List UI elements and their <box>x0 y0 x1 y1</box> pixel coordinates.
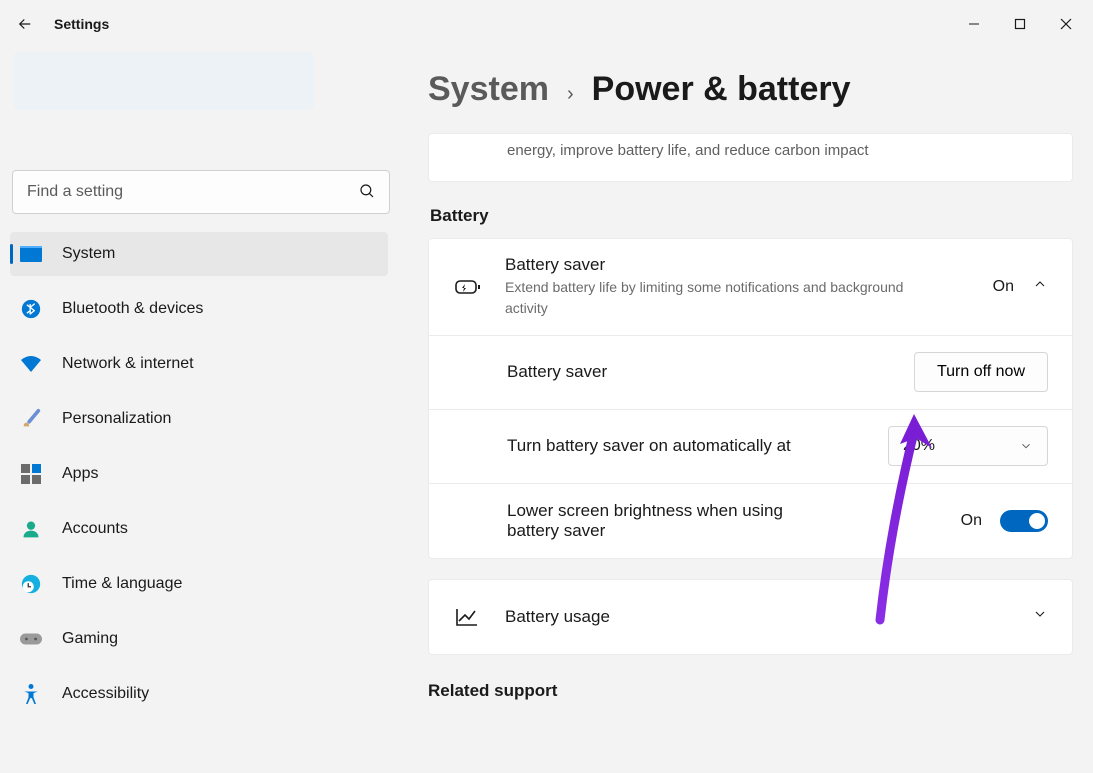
brightness-label: Lower screen brightness when using batte… <box>507 501 797 541</box>
accessibility-icon <box>20 683 42 705</box>
battery-saver-subtitle: Extend battery life by limiting some not… <box>505 277 905 319</box>
energy-recommendations-card[interactable]: energy, improve battery life, and reduce… <box>428 133 1073 182</box>
gamepad-icon <box>20 628 42 650</box>
arrow-left-icon <box>16 15 34 33</box>
sidebar-item-label: Accounts <box>62 520 128 538</box>
auto-on-label: Turn battery saver on automatically at <box>507 436 827 456</box>
battery-saver-state: On <box>993 278 1014 296</box>
sidebar-item-label: Time & language <box>62 575 182 593</box>
clock-globe-icon <box>20 573 42 595</box>
brightness-row: Lower screen brightness when using batte… <box>429 484 1072 558</box>
main-content: System › Power & battery energy, improve… <box>398 48 1093 773</box>
chart-icon <box>453 607 481 627</box>
auto-on-select[interactable]: 20% <box>888 426 1048 466</box>
back-button[interactable] <box>4 3 46 45</box>
sidebar-item-bluetooth[interactable]: Bluetooth & devices <box>10 287 388 331</box>
search-input[interactable] <box>12 170 390 214</box>
bluetooth-icon <box>20 298 42 320</box>
brightness-toggle[interactable] <box>1000 510 1048 532</box>
sidebar-item-label: Bluetooth & devices <box>62 300 203 318</box>
sidebar-item-system[interactable]: System <box>10 232 388 276</box>
title-bar: Settings <box>0 0 1093 48</box>
sidebar-item-label: Gaming <box>62 630 118 648</box>
battery-saver-card: Battery saver Extend battery life by lim… <box>428 238 1073 559</box>
section-heading-related: Related support <box>428 681 1073 701</box>
battery-usage-card[interactable]: Battery usage <box>428 579 1073 655</box>
window-title: Settings <box>54 16 109 32</box>
minimize-button[interactable] <box>951 8 997 40</box>
sidebar-item-time-language[interactable]: Time & language <box>10 562 388 606</box>
apps-icon <box>20 463 42 485</box>
search-icon <box>358 182 376 205</box>
sidebar-item-apps[interactable]: Apps <box>10 452 388 496</box>
section-heading-battery: Battery <box>430 206 1073 226</box>
sidebar-item-accounts[interactable]: Accounts <box>10 507 388 551</box>
breadcrumb-parent[interactable]: System <box>428 70 549 109</box>
sidebar-item-network[interactable]: Network & internet <box>10 342 388 386</box>
battery-saver-row[interactable]: Battery saver Extend battery life by lim… <box>429 239 1072 336</box>
breadcrumb: System › Power & battery <box>428 70 1073 109</box>
breadcrumb-current: Power & battery <box>592 70 851 109</box>
battery-saver-title: Battery saver <box>505 255 969 275</box>
auto-on-row: Turn battery saver on automatically at 2… <box>429 410 1072 484</box>
turn-off-now-button[interactable]: Turn off now <box>914 352 1048 392</box>
battery-usage-label: Battery usage <box>505 607 1008 627</box>
brush-icon <box>20 408 42 430</box>
person-icon <box>20 518 42 540</box>
window-controls <box>951 8 1089 40</box>
sidebar-item-label: Apps <box>62 465 98 483</box>
search-field[interactable] <box>12 170 390 214</box>
energy-recommendations-subtitle: energy, improve battery life, and reduce… <box>429 134 1072 181</box>
sidebar: System Bluetooth & devices Network & int… <box>0 48 398 773</box>
maximize-button[interactable] <box>997 8 1043 40</box>
chevron-down-icon <box>1019 439 1033 453</box>
close-icon <box>1060 18 1072 30</box>
close-button[interactable] <box>1043 8 1089 40</box>
sidebar-item-label: System <box>62 245 115 263</box>
sidebar-item-label: Accessibility <box>62 685 149 703</box>
sidebar-item-label: Personalization <box>62 410 171 428</box>
brightness-state: On <box>961 512 982 530</box>
display-icon <box>20 243 42 265</box>
wifi-icon <box>20 353 42 375</box>
sidebar-item-accessibility[interactable]: Accessibility <box>10 672 388 716</box>
sidebar-nav: System Bluetooth & devices Network & int… <box>10 232 388 727</box>
sidebar-item-label: Network & internet <box>62 355 194 373</box>
sidebar-item-personalization[interactable]: Personalization <box>10 397 388 441</box>
battery-saver-toggle-row: Battery saver Turn off now <box>429 336 1072 410</box>
profile-redacted <box>14 52 314 110</box>
maximize-icon <box>1014 18 1026 30</box>
chevron-right-icon: › <box>567 83 574 106</box>
chevron-down-icon[interactable] <box>1032 606 1048 627</box>
battery-saver-icon <box>453 278 481 296</box>
sidebar-item-gaming[interactable]: Gaming <box>10 617 388 661</box>
minimize-icon <box>968 18 980 30</box>
battery-saver-label: Battery saver <box>507 362 890 382</box>
auto-on-value: 20% <box>903 437 935 455</box>
profile-area <box>14 52 388 122</box>
chevron-up-icon[interactable] <box>1032 276 1048 297</box>
